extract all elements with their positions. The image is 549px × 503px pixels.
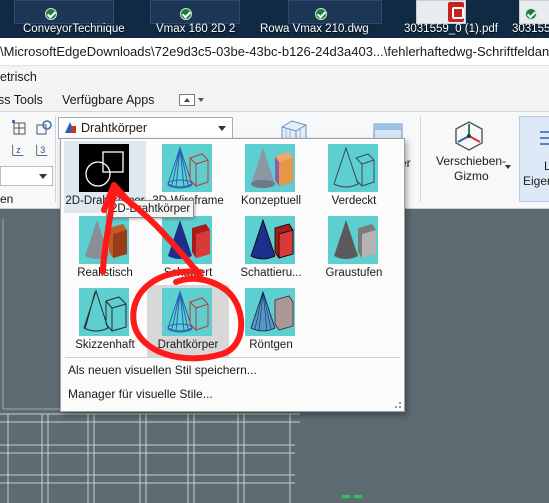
shaded-edges-icon bbox=[245, 216, 295, 264]
sync-check-icon bbox=[525, 8, 537, 20]
pdf-icon bbox=[448, 2, 464, 22]
file-label: ConveyorTechnique bbox=[23, 23, 125, 35]
axis-z-icon[interactable]: z bbox=[10, 143, 26, 159]
style-option-roentgen[interactable]: Röntgen bbox=[230, 285, 312, 357]
grid-tool-icon[interactable] bbox=[12, 120, 28, 136]
style-label: Konzeptuell bbox=[240, 195, 302, 207]
visual-style-icon bbox=[65, 122, 76, 133]
hidden-icon bbox=[328, 144, 378, 192]
menu-bar: etrisch bbox=[0, 66, 549, 89]
3d-wireframe-icon bbox=[162, 144, 212, 192]
style-label: Schattieru... bbox=[240, 267, 302, 279]
xray-icon bbox=[245, 288, 295, 336]
style-label: Schattiert bbox=[163, 267, 213, 279]
style-label: Graustufen bbox=[325, 267, 383, 279]
2d-wireframe-icon bbox=[79, 144, 129, 192]
ribbon-minimize-button[interactable] bbox=[179, 94, 195, 106]
properties-icon bbox=[540, 131, 549, 145]
chevron-down-icon bbox=[218, 126, 226, 131]
style-label: Skizzenhaft bbox=[75, 339, 135, 351]
desktop-file-vmax160[interactable]: Vmax 160 2D 2 bbox=[140, 0, 250, 38]
chevron-down-icon bbox=[39, 174, 47, 179]
style-option-konzeptuell[interactable]: Konzeptuell bbox=[230, 141, 312, 213]
desktop-file-partial[interactable]: 303155 bbox=[505, 0, 549, 38]
svg-text:z: z bbox=[16, 145, 20, 155]
properties-label-1: L bbox=[544, 159, 549, 173]
style-label: Drahtkörper bbox=[157, 339, 219, 351]
shaded-icon bbox=[162, 216, 212, 264]
view-settings-icon[interactable] bbox=[36, 120, 52, 136]
style-option-realistisch[interactable]: Realistisch bbox=[64, 213, 146, 285]
desktop-file-pdf[interactable]: 3031559_0 (1).pdf bbox=[400, 0, 510, 38]
grayscale-icon bbox=[328, 216, 378, 264]
ribbon-separator bbox=[55, 116, 56, 202]
sync-check-icon bbox=[315, 8, 327, 20]
panel-label-partial: en bbox=[0, 192, 14, 206]
visual-style-manager-action[interactable]: Manager für visuelle Stile... bbox=[68, 387, 213, 401]
style-label: Röntgen bbox=[249, 339, 293, 351]
sync-check-icon bbox=[45, 8, 57, 20]
file-thumbnail bbox=[288, 0, 382, 24]
axis-3-icon[interactable]: 3 bbox=[34, 143, 50, 159]
wireframe-icon bbox=[162, 288, 212, 336]
style-option-verdeckt[interactable]: Verdeckt bbox=[313, 141, 395, 213]
chevron-down-icon[interactable] bbox=[505, 165, 511, 169]
desktop-file-conveyor[interactable]: ConveyorTechnique bbox=[0, 0, 140, 38]
sketchy-icon bbox=[79, 288, 129, 336]
properties-button[interactable]: L Eigen bbox=[519, 116, 549, 202]
file-path-bar: \MicrosoftEdgeDownloads\72e9d3c5-03be-43… bbox=[0, 38, 549, 66]
sync-check-icon bbox=[180, 8, 192, 20]
file-label: 3031559_0 (1).pdf bbox=[404, 23, 498, 35]
properties-label-2: Eigen bbox=[523, 174, 549, 188]
style-label: Verdeckt bbox=[331, 195, 377, 207]
style-label: Realistisch bbox=[77, 267, 133, 279]
menu-item-partial[interactable]: etrisch bbox=[0, 70, 37, 84]
tooltip-text: 2D-Drahtkörper bbox=[111, 203, 191, 215]
tab-verfuegbare-apps[interactable]: Verfügbare Apps bbox=[62, 93, 154, 107]
move-gizmo-icon[interactable] bbox=[452, 120, 486, 152]
conceptual-icon bbox=[245, 144, 295, 192]
file-thumbnail bbox=[14, 0, 114, 24]
dropdown-separator bbox=[65, 357, 400, 358]
desktop-file-strip: ConveyorTechnique Vmax 160 2D 2 Rowa Vma… bbox=[0, 0, 549, 38]
tab-express-tools[interactable]: ss Tools bbox=[0, 93, 43, 107]
ucs-dropdown[interactable] bbox=[0, 166, 53, 186]
move-gizmo-label-1[interactable]: Verschieben- bbox=[436, 154, 506, 168]
file-label: Vmax 160 2D 2 bbox=[156, 23, 236, 35]
file-label: 303155 bbox=[512, 23, 549, 35]
style-option-skizzenhaft[interactable]: Skizzenhaft bbox=[64, 285, 146, 357]
file-path: \MicrosoftEdgeDownloads\72e9d3c5-03be-43… bbox=[0, 44, 549, 59]
file-label: Rowa Vmax 210.dwg bbox=[260, 23, 369, 35]
visual-style-value: Drahtkörper bbox=[81, 121, 147, 135]
chevron-down-icon[interactable] bbox=[198, 98, 204, 102]
realistic-icon bbox=[79, 216, 129, 264]
ribbon-tab-bar: ss Tools Verfügbare Apps bbox=[0, 89, 549, 112]
tooltip: 2D-Drahtkörper bbox=[106, 200, 194, 218]
resize-grip-icon[interactable] bbox=[394, 401, 402, 409]
style-option-graustufen[interactable]: Graustufen bbox=[313, 213, 395, 285]
style-option-drahtkoerper[interactable]: Drahtkörper bbox=[147, 285, 229, 357]
style-option-schattiert[interactable]: Schattiert bbox=[147, 213, 229, 285]
visual-style-dropdown: 2D-Drahtkörper 3D-Wireframe Konzeptuell … bbox=[60, 138, 405, 412]
svg-text:3: 3 bbox=[40, 145, 45, 155]
visual-style-combobox[interactable]: Drahtkörper bbox=[58, 117, 233, 139]
save-visual-style-action[interactable]: Als neuen visuellen Stil speichern... bbox=[68, 363, 257, 377]
file-thumbnail bbox=[150, 0, 240, 24]
style-option-schattiert-mit-kanten[interactable]: Schattieru... bbox=[230, 213, 312, 285]
desktop-file-rowa[interactable]: Rowa Vmax 210.dwg bbox=[250, 0, 400, 38]
move-gizmo-label-2[interactable]: Gizmo bbox=[454, 169, 489, 183]
ribbon-separator bbox=[420, 116, 421, 202]
